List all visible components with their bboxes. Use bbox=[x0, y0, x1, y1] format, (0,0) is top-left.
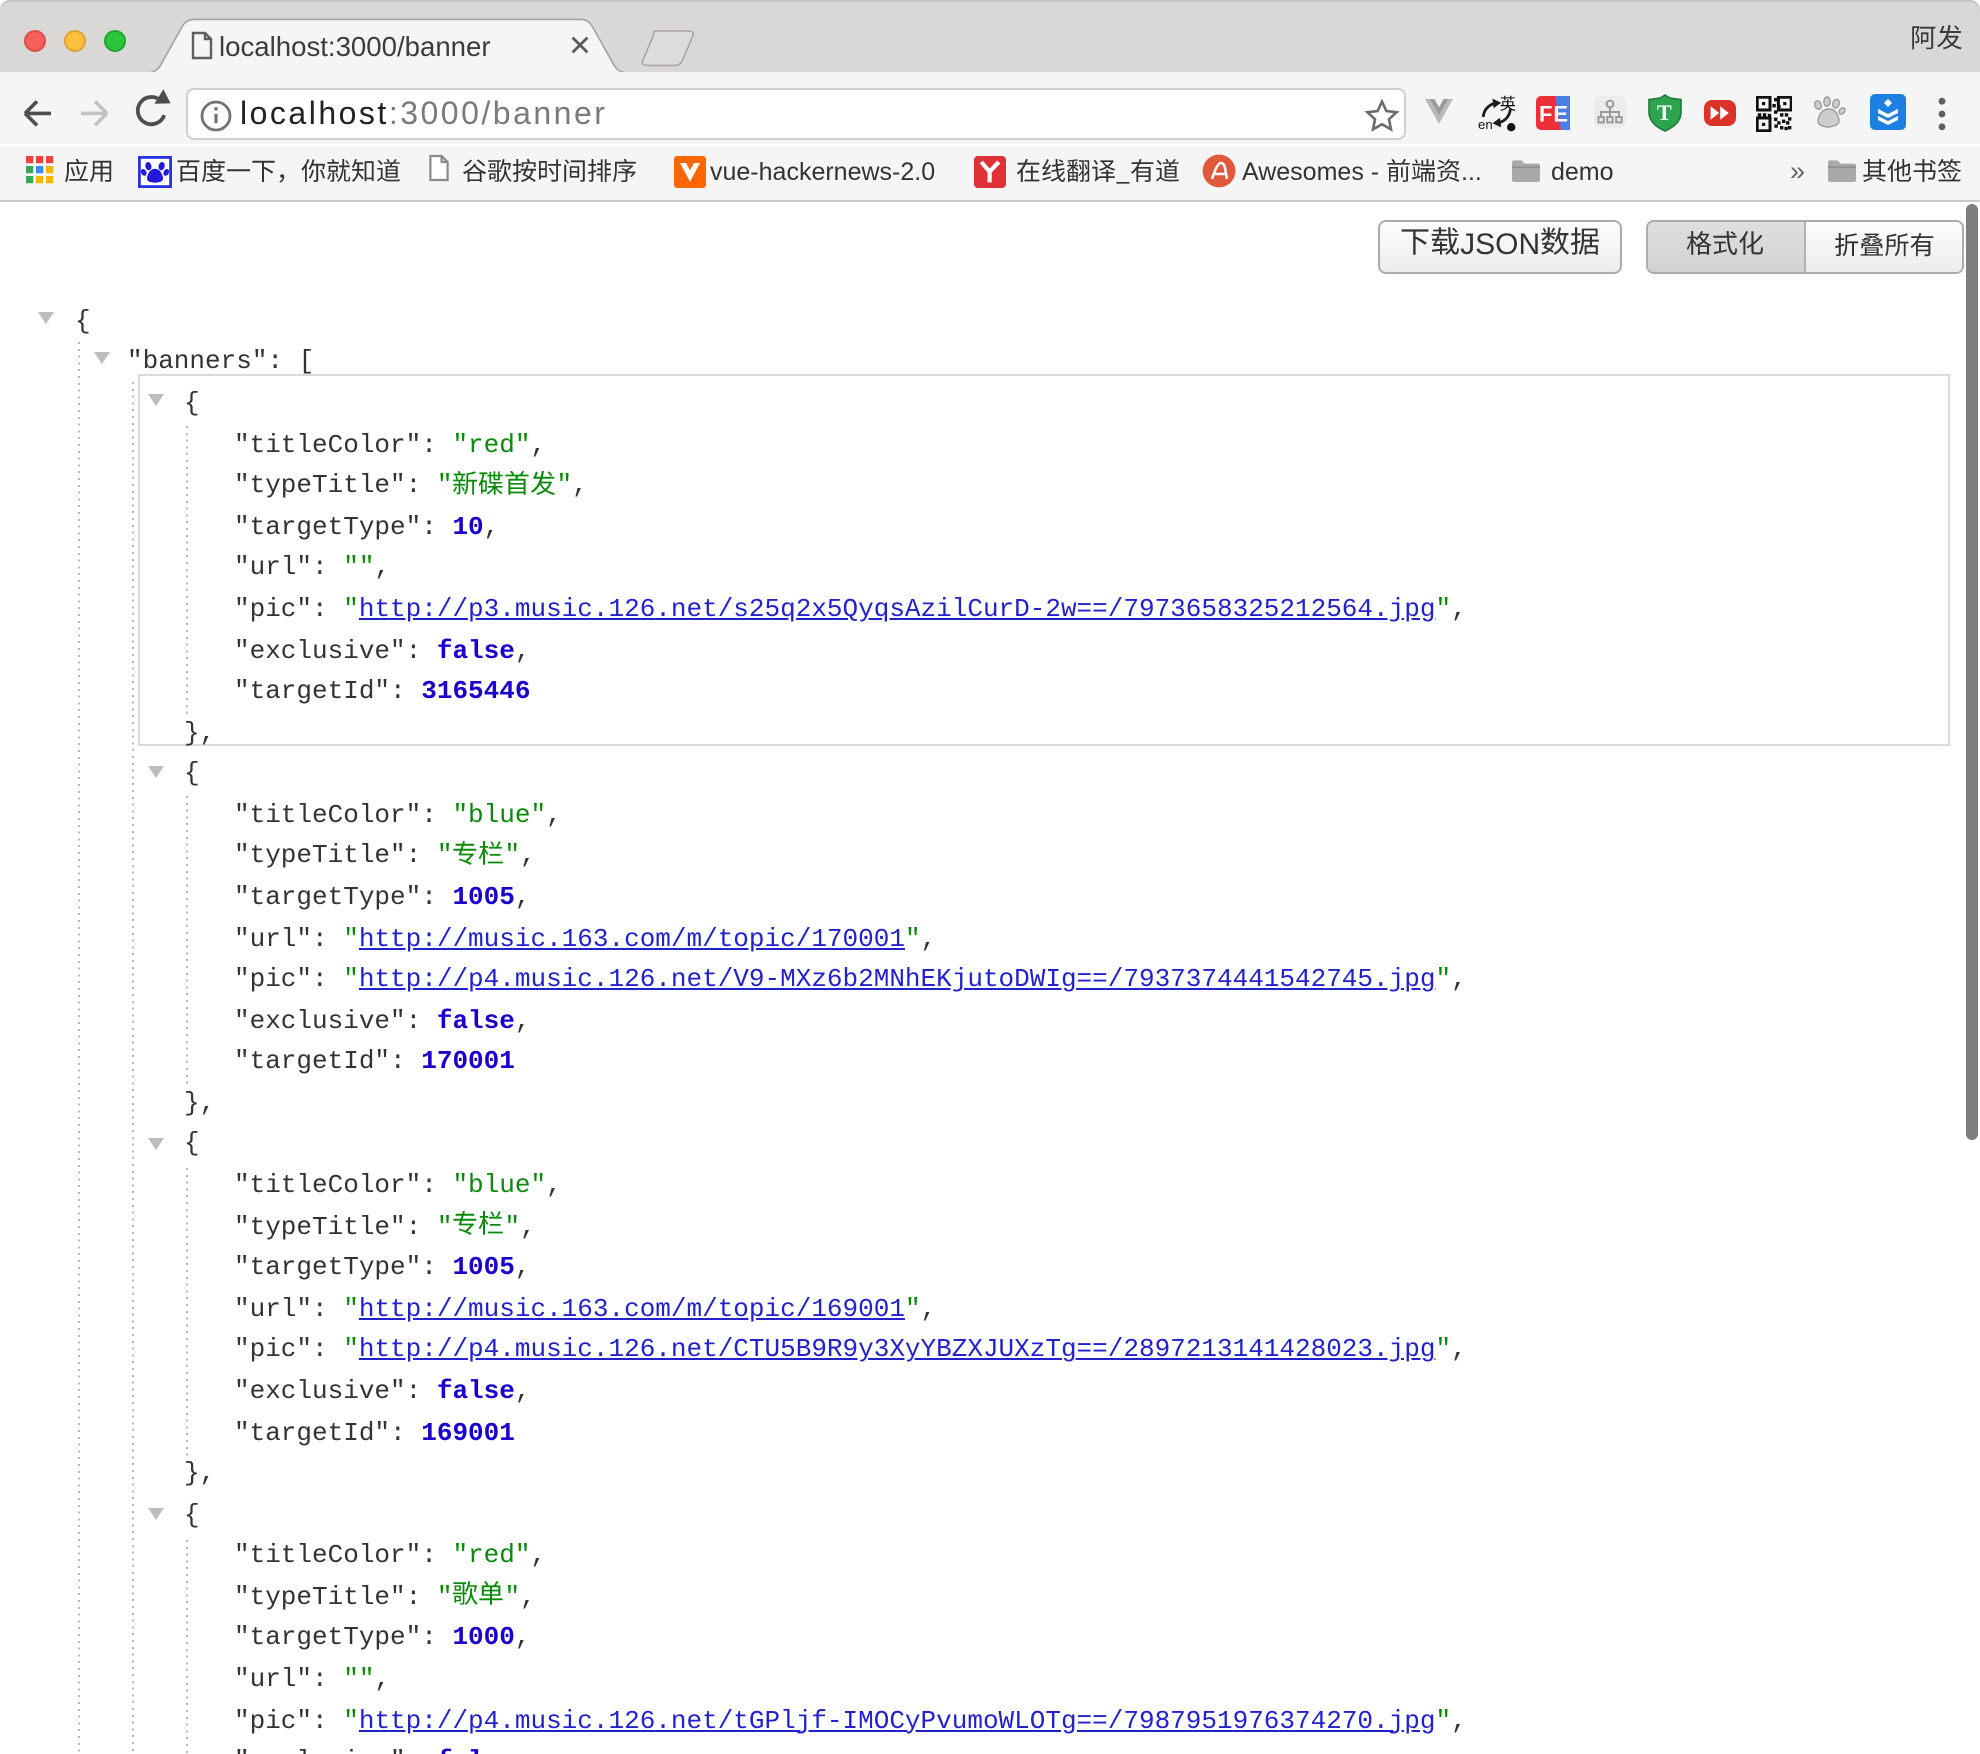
svg-text:E: E bbox=[1553, 102, 1568, 127]
svg-text:F: F bbox=[1539, 102, 1552, 127]
svg-text:en: en bbox=[1478, 117, 1493, 132]
svg-text:T: T bbox=[1657, 100, 1672, 125]
